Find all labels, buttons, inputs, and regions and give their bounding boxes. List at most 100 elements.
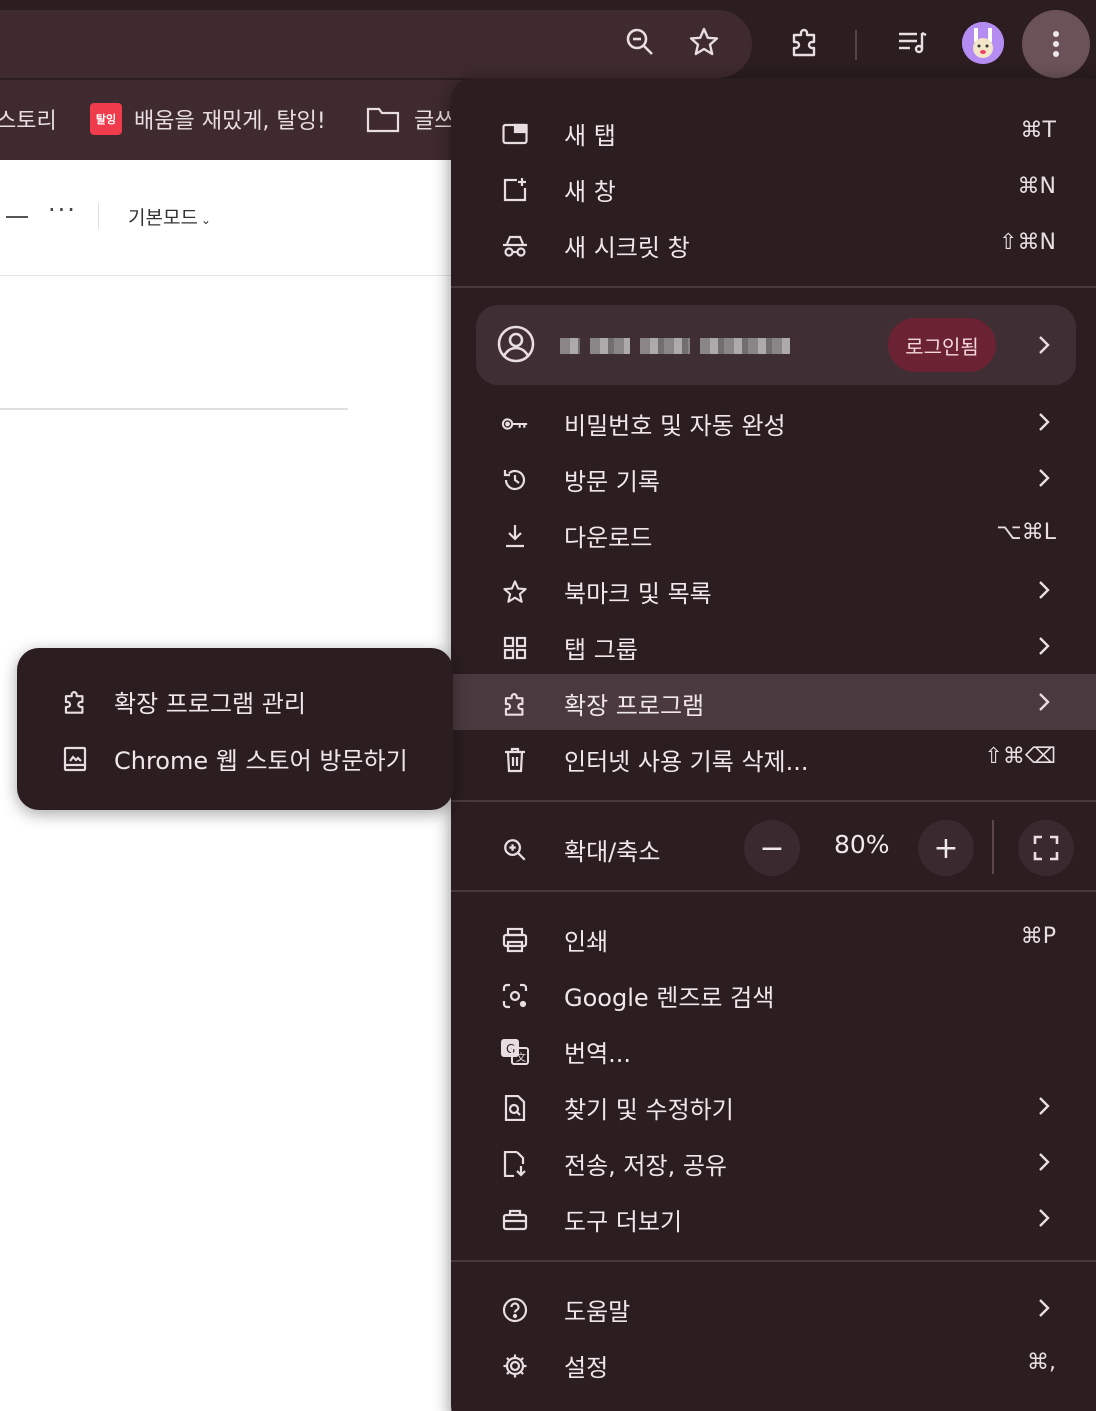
menu-item-print[interactable]: 인쇄 ⌘P (451, 910, 1096, 966)
zoom-level: 80% (834, 830, 890, 859)
menu-item-passwords[interactable]: 비밀번호 및 자동 완성 (451, 394, 1096, 450)
menu-item-lens[interactable]: Google 렌즈로 검색 (451, 966, 1096, 1022)
menu-item-new-window[interactable]: 새 창 ⌘N (451, 160, 1096, 216)
menu-divider (451, 286, 1096, 288)
find-in-page-icon (501, 1094, 529, 1122)
chevron-right-icon (1039, 693, 1050, 711)
star-icon (501, 578, 529, 606)
submenu-item-manage-extensions[interactable]: 확장 프로그램 관리 (17, 672, 453, 728)
incognito-icon (501, 232, 529, 260)
more-options[interactable]: ··· (48, 196, 77, 224)
help-icon (501, 1296, 529, 1324)
menu-label: 확장 프로그램 (564, 692, 705, 720)
menu-item-bookmarks[interactable]: 북마크 및 목록 (451, 562, 1096, 618)
menu-label: 비밀번호 및 자동 완성 (564, 412, 786, 440)
dash-icon[interactable] (6, 216, 28, 218)
menu-label: 다운로드 (564, 524, 653, 552)
chrome-menu-button[interactable] (1022, 10, 1090, 78)
history-icon (501, 466, 529, 494)
menu-item-clear-data[interactable]: 인터넷 사용 기록 삭제... ⇧⌘⌫ (451, 730, 1096, 786)
chevron-right-icon (1039, 1209, 1050, 1227)
menu-item-translate[interactable]: G文 번역... (451, 1022, 1096, 1078)
menu-item-incognito[interactable]: 새 시크릿 창 ⇧⌘N (451, 216, 1096, 272)
menu-label: 북마크 및 목록 (564, 580, 712, 608)
mode-selector[interactable]: 기본모드 ⌄ (128, 203, 211, 230)
download-icon (501, 522, 529, 550)
signed-in-badge: 로그인됨 (888, 318, 996, 372)
menu-label: 새 탭 (564, 122, 616, 150)
menu-item-downloads[interactable]: 다운로드 ⌥⌘L (451, 506, 1096, 562)
zoom-in-button[interactable]: + (918, 820, 974, 876)
submenu-item-web-store[interactable]: Chrome 웹 스토어 방문하기 (17, 729, 453, 785)
taling-logo: 탈잉 (90, 103, 122, 135)
chevron-down-icon: ⌄ (200, 213, 211, 227)
zoom-separator (992, 820, 994, 874)
menu-label: 인터넷 사용 기록 삭제... (564, 748, 809, 776)
menu-item-extensions[interactable]: 확장 프로그램 (451, 674, 1096, 730)
menu-label: 새 시크릿 창 (564, 234, 690, 262)
separator (98, 203, 99, 229)
menu-divider (451, 1260, 1096, 1262)
chevron-right-icon (1039, 1153, 1050, 1171)
menu-label: 찾기 및 수정하기 (564, 1096, 734, 1124)
chevron-right-icon (1039, 413, 1050, 431)
menu-label: 탭 그룹 (564, 636, 638, 664)
menu-item-tab-groups[interactable]: 탭 그룹 (451, 618, 1096, 674)
menu-label: Chrome 웹 스토어 방문하기 (114, 747, 408, 775)
profile-avatar[interactable] (962, 22, 1004, 64)
chevron-right-icon (1039, 336, 1050, 354)
save-share-icon (501, 1150, 529, 1178)
toolbox-icon (501, 1206, 529, 1234)
media-control-icon[interactable] (890, 20, 934, 64)
folder-icon (366, 107, 400, 133)
menu-item-settings[interactable]: 설정 ⌘, (451, 1336, 1096, 1392)
menu-label: 설정 (564, 1354, 609, 1382)
chevron-right-icon (1039, 637, 1050, 655)
google-lens-icon (501, 982, 529, 1010)
puzzle-icon (501, 690, 529, 718)
account-circle-icon (496, 324, 536, 364)
chevron-right-icon (1039, 1299, 1050, 1317)
menu-label: Google 렌즈로 검색 (564, 984, 775, 1012)
shortcut: ⌘P (1020, 924, 1056, 949)
bookmark-folder[interactable]: 글쓰 (366, 101, 454, 137)
new-window-icon (501, 176, 529, 204)
shortcut: ⌘, (1027, 1350, 1056, 1375)
menu-label: 확대/축소 (564, 838, 661, 866)
zoom-out-button[interactable]: − (744, 820, 800, 876)
menu-item-help[interactable]: 도움말 (451, 1280, 1096, 1336)
bookmark-star-icon[interactable] (682, 20, 726, 64)
printer-icon (501, 926, 529, 954)
fullscreen-icon (1033, 835, 1059, 861)
menu-item-history[interactable]: 방문 기록 (451, 450, 1096, 506)
menu-item-find[interactable]: 찾기 및 수정하기 (451, 1078, 1096, 1134)
puzzle-icon (61, 688, 89, 716)
shortcut: ⌥⌘L (996, 520, 1056, 545)
menu-label: 도움말 (564, 1298, 631, 1326)
menu-divider (451, 890, 1096, 892)
bookmark-item[interactable]: 스토리 (0, 101, 57, 137)
grid-icon (501, 634, 529, 662)
menu-item-more-tools[interactable]: 도구 더보기 (451, 1190, 1096, 1246)
mode-label: 기본모드 (128, 207, 198, 229)
trash-icon (501, 746, 529, 774)
blurred-name (590, 338, 630, 354)
svg-text:文: 文 (516, 1051, 526, 1064)
zoom-icon[interactable] (618, 20, 662, 64)
fullscreen-button[interactable] (1018, 820, 1074, 876)
shortcut: ⌘T (1020, 118, 1056, 143)
chevron-right-icon (1039, 581, 1050, 599)
menu-item-share[interactable]: 전송, 저장, 공유 (451, 1134, 1096, 1190)
toolbar-separator (855, 30, 857, 60)
extensions-puzzle-icon[interactable] (783, 20, 827, 64)
shortcut: ⇧⌘N (999, 230, 1056, 255)
bookmark-label: 글쓰 (414, 109, 455, 134)
key-icon (501, 410, 529, 438)
shortcut: ⌘N (1017, 174, 1056, 199)
content-divider (0, 408, 348, 410)
translate-icon: G文 (501, 1038, 529, 1066)
menu-divider (451, 800, 1096, 802)
menu-label: 확장 프로그램 관리 (114, 690, 306, 718)
menu-item-new-tab[interactable]: 새 탭 ⌘T (451, 104, 1096, 160)
bookmark-item-taling[interactable]: 탈잉 배움을 재밌게, 탈잉! (90, 101, 326, 137)
